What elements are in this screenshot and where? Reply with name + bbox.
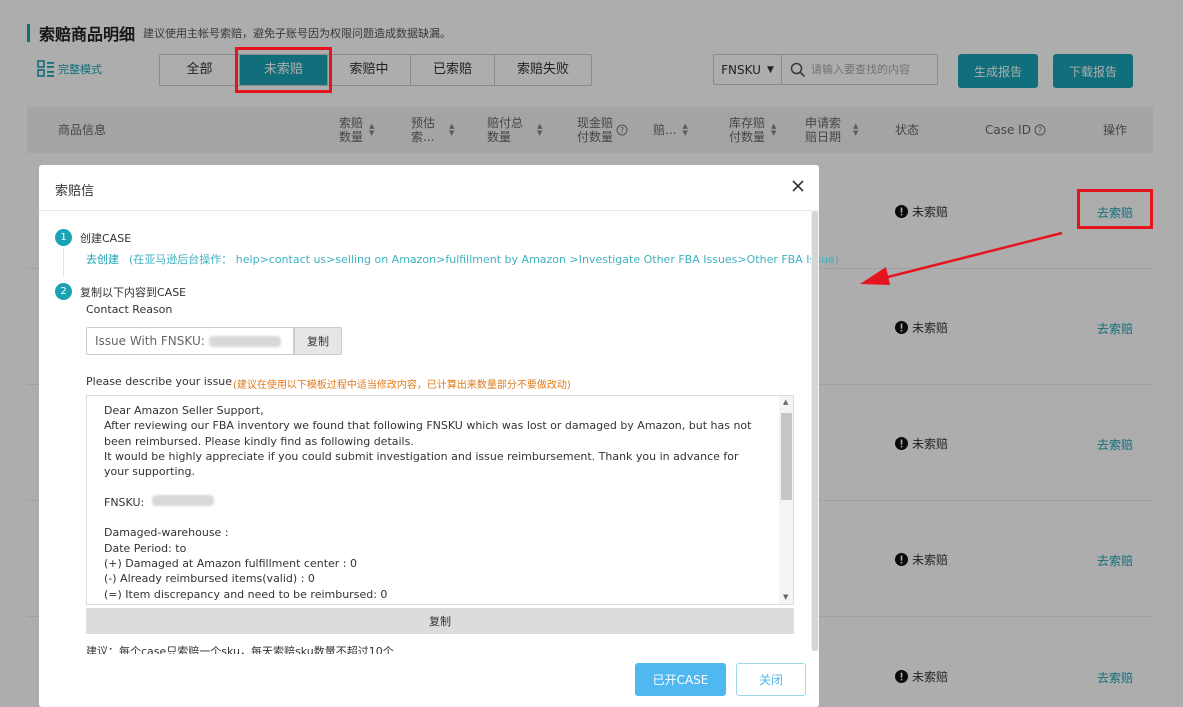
redacted-value bbox=[151, 494, 214, 506]
letter-content: Dear Amazon Seller Support, After review… bbox=[104, 403, 764, 602]
step-label: 创建CASE bbox=[80, 231, 132, 245]
action-highlight-box bbox=[1077, 189, 1153, 229]
issue-fnsku-field[interactable]: Issue With FNSKU: bbox=[86, 327, 294, 355]
letter-greeting: Dear Amazon Seller Support, bbox=[104, 404, 264, 417]
dialog-title: 索赔信 bbox=[55, 184, 95, 199]
scroll-up-icon[interactable]: ▲ bbox=[783, 398, 788, 406]
tab-highlight-box bbox=[235, 47, 332, 93]
step-copy-content: 2 复制以下内容到CASE bbox=[55, 283, 186, 300]
copy-issue-button[interactable]: 复制 bbox=[294, 327, 342, 355]
letter-line-reimbursed: (-) Already reimbursed items(valid) : 0 bbox=[104, 572, 315, 586]
annotation-arrow-icon bbox=[860, 231, 1063, 285]
claim-letter-dialog: 索赔信 1 创建CASE 去创建 (在亚马逊后台操作： help>contact… bbox=[39, 165, 839, 707]
step-number: 1 bbox=[55, 229, 72, 246]
letter-fnsku-line: FNSKU: bbox=[104, 494, 764, 510]
letter-body-2: It would be highly appreciate if you cou… bbox=[104, 449, 739, 479]
step-create-case: 1 创建CASE bbox=[55, 229, 131, 246]
issue-description-textarea[interactable]: Dear Amazon Seller Support, After review… bbox=[86, 395, 794, 605]
issue-fnsku-label: Issue With FNSKU: bbox=[95, 334, 205, 348]
contact-reason-label: Contact Reason bbox=[86, 303, 173, 316]
step-number: 2 bbox=[55, 283, 72, 300]
dialog-scroll-thumb[interactable] bbox=[812, 211, 818, 651]
letter-fnsku-label: FNSKU: bbox=[104, 495, 145, 509]
dialog-header: 索赔信 bbox=[39, 165, 819, 211]
scroll-thumb[interactable] bbox=[781, 413, 792, 500]
claim-advice-text: 建议：每个case只索赔一个sku，每天索赔sku数量不超过10个 bbox=[86, 645, 394, 654]
letter-date-period: Date Period: to bbox=[104, 541, 187, 555]
template-warning-note: (建议在使用以下模板过程中适当修改内容，已计算出来数量部分不要做改动) bbox=[233, 380, 571, 391]
textarea-scrollbar[interactable]: ▲ ▼ bbox=[779, 396, 793, 604]
letter-line-discrepancy: (=) Item discrepancy and need to be reim… bbox=[104, 587, 388, 601]
step-connector bbox=[63, 248, 64, 276]
scroll-down-icon[interactable]: ▼ bbox=[783, 593, 788, 601]
dialog-scrollbar[interactable] bbox=[811, 211, 819, 651]
describe-issue-label: Please describe your issue bbox=[86, 375, 233, 388]
create-path-note: (在亚马逊后台操作： help>contact us>selling on Am… bbox=[129, 253, 839, 266]
redacted-value bbox=[208, 335, 281, 347]
close-icon[interactable] bbox=[791, 179, 805, 193]
letter-damaged-title: Damaged-warehouse : bbox=[104, 526, 229, 540]
close-dialog-button[interactable]: 关闭 bbox=[736, 663, 806, 696]
go-create-link[interactable]: 去创建 bbox=[86, 251, 119, 267]
copy-letter-button[interactable]: 复制 bbox=[86, 608, 794, 634]
letter-body-1: After reviewing our FBA inventory we fou… bbox=[104, 419, 752, 448]
letter-line-damaged: (+) Damaged at Amazon fulfillment center… bbox=[104, 556, 357, 570]
step-label: 复制以下内容到CASE bbox=[80, 285, 187, 299]
case-opened-button[interactable]: 已开CASE bbox=[635, 663, 726, 696]
